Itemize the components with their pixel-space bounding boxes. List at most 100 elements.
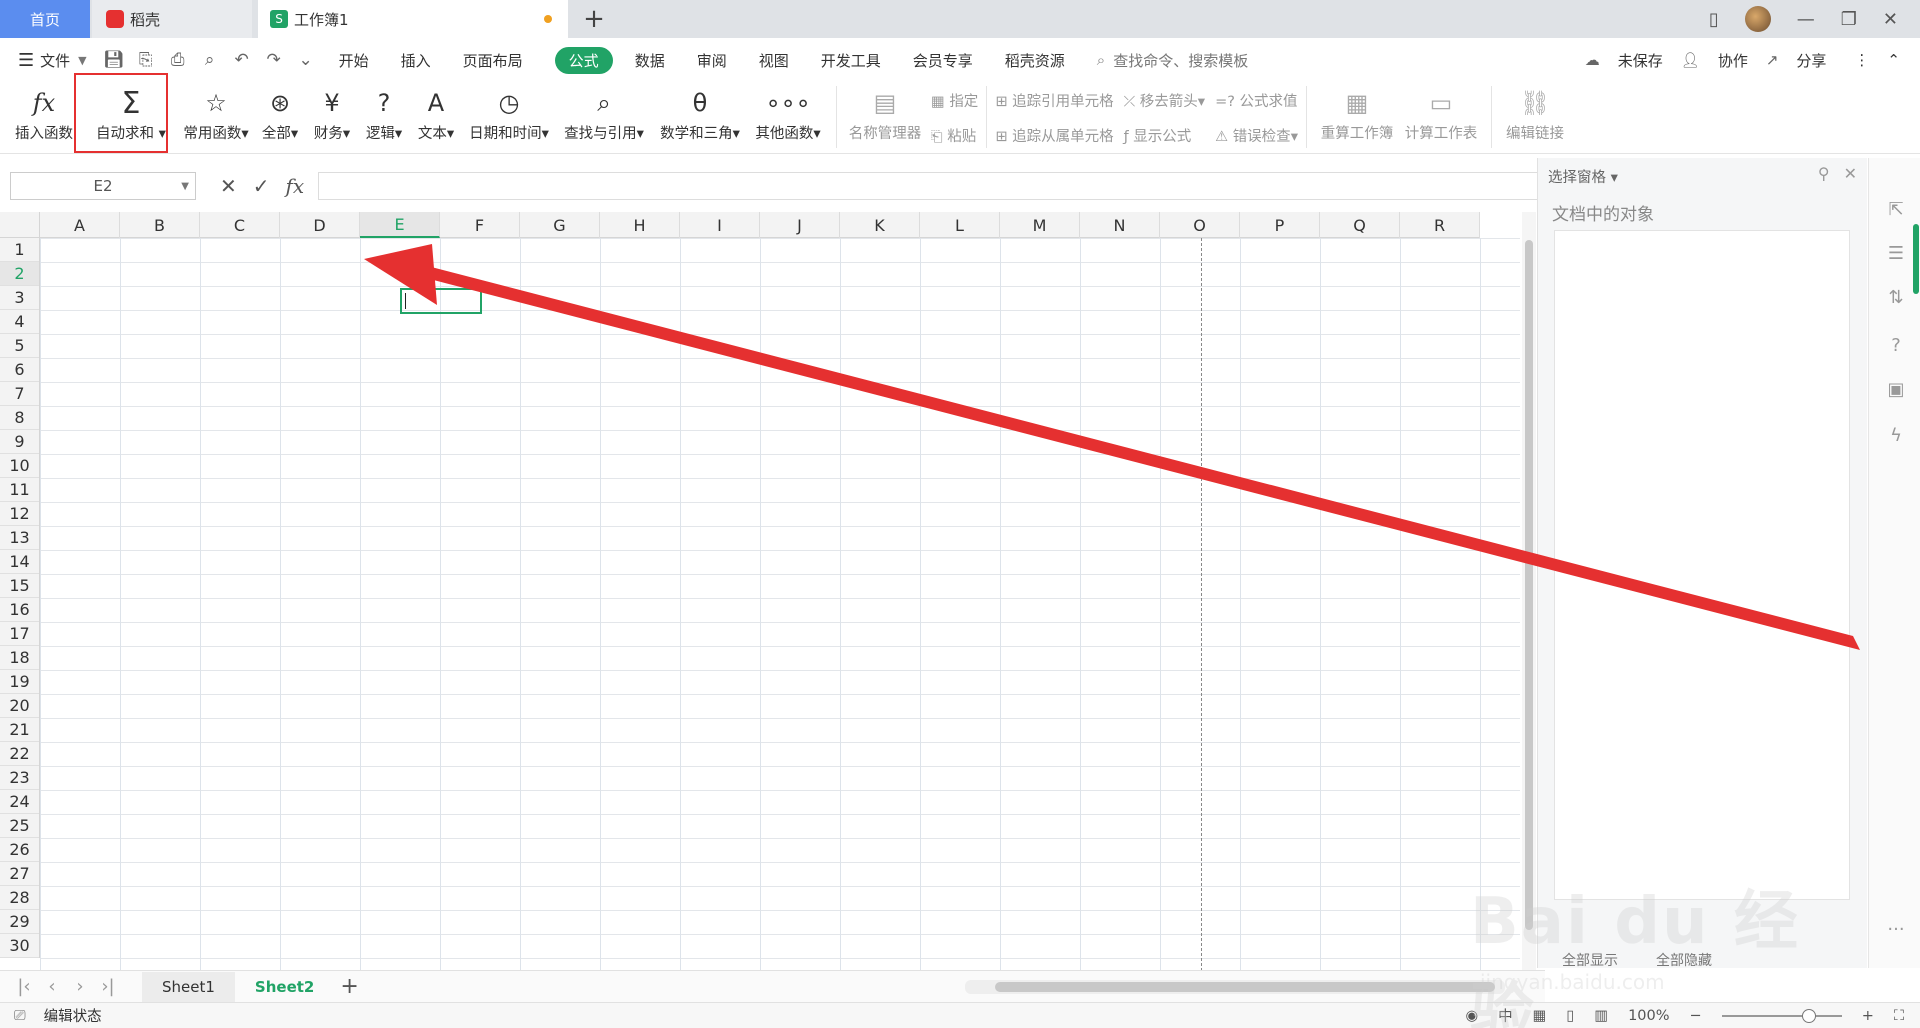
row-header[interactable]: 1: [0, 238, 39, 262]
pin-icon[interactable]: ⚲: [1818, 164, 1830, 183]
datetime-button[interactable]: ◷ 日期和时间▾: [462, 82, 556, 143]
more-horizontal-icon[interactable]: ···: [1885, 918, 1907, 940]
menu-view[interactable]: 视图: [759, 50, 789, 71]
row-header[interactable]: 26: [0, 838, 39, 862]
sheet-tab-2[interactable]: Sheet2: [235, 972, 334, 1002]
redo-icon[interactable]: ↷: [263, 49, 285, 71]
menu-daoke-resources[interactable]: 稻壳资源: [1005, 50, 1065, 71]
row-header[interactable]: 20: [0, 694, 39, 718]
file-menu[interactable]: 文件: [40, 50, 70, 71]
logic-button[interactable]: ? 逻辑▾: [358, 82, 410, 143]
chevron-down-icon[interactable]: ▼: [78, 54, 86, 67]
hamburger-icon[interactable]: ☰: [18, 50, 34, 71]
column-header[interactable]: N: [1080, 212, 1160, 238]
column-header[interactable]: O: [1160, 212, 1240, 238]
menu-data[interactable]: 数据: [635, 50, 665, 71]
prev-sheet-icon[interactable]: ‹: [38, 976, 66, 997]
lightning-icon[interactable]: ϟ: [1885, 424, 1907, 446]
column-header[interactable]: I: [680, 212, 760, 238]
more-vertical-icon[interactable]: ⋮: [1854, 51, 1869, 69]
sliders-icon[interactable]: ☰: [1885, 242, 1907, 264]
cell-area[interactable]: [40, 238, 1520, 996]
share-button[interactable]: 分享: [1796, 50, 1826, 71]
command-search[interactable]: 查找命令、搜索模板: [1113, 50, 1248, 71]
fullscreen-icon[interactable]: ⛶: [1894, 1008, 1904, 1024]
recalc-workbook-button[interactable]: ▦ 重算工作簿: [1315, 82, 1399, 143]
object-list[interactable]: [1554, 230, 1850, 900]
row-header[interactable]: 19: [0, 670, 39, 694]
menu-review[interactable]: 审阅: [697, 50, 727, 71]
insert-function-button[interactable]: fx 插入函数: [4, 82, 84, 143]
avatar[interactable]: [1744, 6, 1771, 32]
show-all-button[interactable]: 全部显示: [1562, 950, 1618, 970]
row-header[interactable]: 3: [0, 286, 39, 310]
tab-daoke[interactable]: 稻壳: [92, 0, 252, 38]
all-functions-button[interactable]: ⊛ 全部▾: [254, 82, 306, 143]
eval-formula-button[interactable]: =? 公式求值: [1215, 90, 1298, 111]
hide-all-button[interactable]: 全部隐藏: [1656, 950, 1712, 970]
next-sheet-icon[interactable]: ›: [66, 976, 94, 997]
text-button[interactable]: A 文本▾: [410, 82, 462, 143]
collapse-ribbon-icon[interactable]: ⌃: [1887, 51, 1900, 69]
row-header[interactable]: 13: [0, 526, 39, 550]
eye-icon[interactable]: ◉: [1466, 1008, 1479, 1024]
row-header[interactable]: 5: [0, 334, 39, 358]
horizontal-scroll-thumb[interactable]: [995, 981, 1495, 992]
paste-button[interactable]: ⎗ 粘贴: [931, 125, 978, 146]
menu-page-layout[interactable]: 页面布局: [463, 50, 523, 71]
menu-start[interactable]: 开始: [339, 50, 369, 71]
restore-icon[interactable]: ❐: [1841, 9, 1857, 30]
ime-indicator[interactable]: 中: [1498, 1005, 1513, 1026]
confirm-icon[interactable]: ✓: [253, 174, 270, 198]
row-header[interactable]: 6: [0, 358, 39, 382]
trace-dependents-button[interactable]: ⊞ 追踪从属单元格: [995, 125, 1113, 146]
autosum-button[interactable]: Σ 自动求和 ▾: [84, 82, 178, 143]
row-header[interactable]: 23: [0, 766, 39, 790]
sort-icon[interactable]: ⇅: [1885, 286, 1907, 308]
active-cell[interactable]: [400, 288, 482, 314]
calc-sheet-button[interactable]: ▭ 计算工作表: [1399, 82, 1483, 143]
other-functions-button[interactable]: ∘∘∘ 其他函数▾: [748, 82, 828, 143]
common-functions-button[interactable]: ☆ 常用函数▾: [178, 82, 254, 143]
column-header[interactable]: P: [1240, 212, 1320, 238]
column-header[interactable]: H: [600, 212, 680, 238]
zoom-slider[interactable]: [1721, 1008, 1842, 1023]
define-button[interactable]: ▦ 指定: [931, 90, 978, 111]
export-icon[interactable]: ⎘: [135, 49, 157, 71]
row-header[interactable]: 15: [0, 574, 39, 598]
row-header[interactable]: 28: [0, 886, 39, 910]
row-header[interactable]: 21: [0, 718, 39, 742]
name-box[interactable]: E2 ▼: [10, 172, 196, 200]
minimize-icon[interactable]: —: [1797, 9, 1815, 30]
column-header[interactable]: R: [1400, 212, 1480, 238]
math-button[interactable]: θ 数学和三角▾: [652, 82, 748, 143]
add-sheet-button[interactable]: +: [340, 974, 358, 999]
column-header[interactable]: J: [760, 212, 840, 238]
horizontal-scrollbar[interactable]: [965, 979, 1505, 994]
row-header[interactable]: 29: [0, 910, 39, 934]
unsaved-button[interactable]: 未保存: [1618, 50, 1663, 71]
remove-arrows-button[interactable]: ⤫ 移去箭头▾: [1124, 90, 1206, 111]
name-manager-button[interactable]: ▤ 名称管理器: [845, 82, 925, 143]
pane-title[interactable]: 选择窗格 ▾: [1548, 166, 1618, 187]
formula-input[interactable]: [318, 172, 1545, 200]
close-icon[interactable]: ✕: [1844, 164, 1857, 183]
page-layout-view-icon[interactable]: ▯: [1566, 1008, 1574, 1024]
vertical-scroll-thumb[interactable]: [1525, 240, 1533, 930]
row-header[interactable]: 24: [0, 790, 39, 814]
column-header[interactable]: E: [360, 212, 440, 238]
chevron-down-icon[interactable]: ▼: [181, 181, 189, 192]
show-formula-button[interactable]: ƒ 显示公式: [1124, 125, 1206, 146]
select-all-corner[interactable]: [0, 212, 40, 238]
cursor-icon[interactable]: ⇱: [1885, 198, 1907, 220]
print-icon[interactable]: ⎙: [167, 49, 189, 71]
help-icon[interactable]: ?: [1885, 334, 1907, 356]
trace-precedents-button[interactable]: ⊞ 追踪引用单元格: [995, 90, 1113, 111]
tab-workbook[interactable]: S 工作簿1: [258, 0, 568, 38]
row-header[interactable]: 7: [0, 382, 39, 406]
row-header[interactable]: 22: [0, 742, 39, 766]
row-header[interactable]: 8: [0, 406, 39, 430]
close-icon[interactable]: ✕: [1883, 9, 1898, 30]
row-header[interactable]: 2: [0, 262, 39, 286]
zoom-slider-knob[interactable]: [1801, 1008, 1816, 1023]
